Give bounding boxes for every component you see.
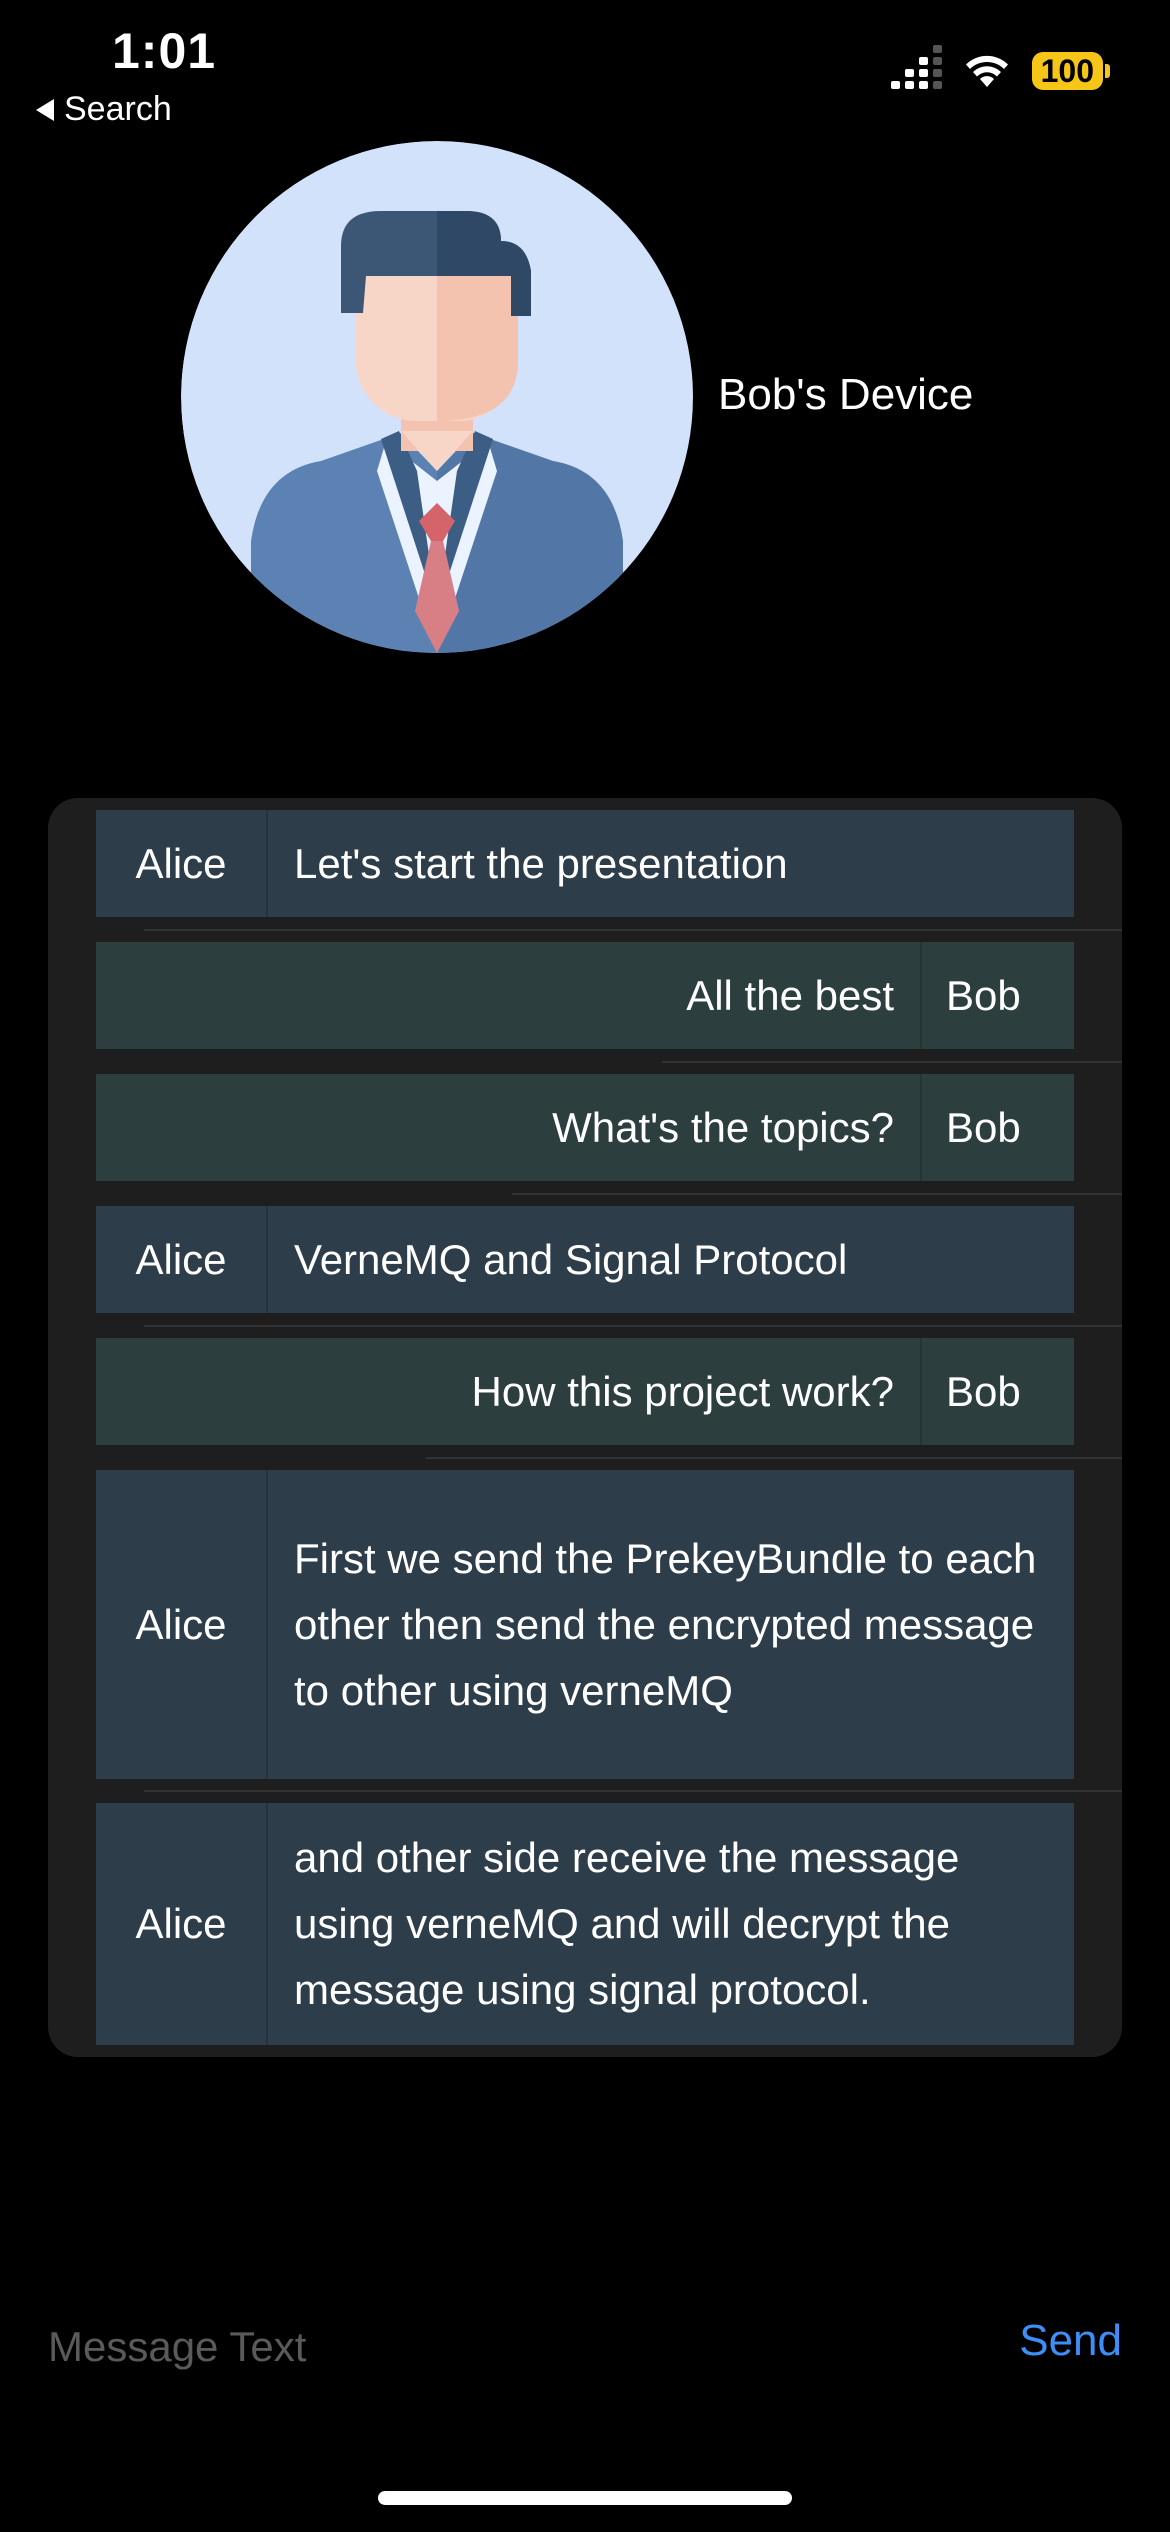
message-row: Alice First we send the PrekeyBundle to … [96, 1470, 1074, 1779]
message-row: Alice and other side receive the message… [96, 1803, 1074, 2045]
divider [426, 1457, 1122, 1459]
message-text: and other side receive the message using… [294, 1834, 960, 2013]
battery-icon: 100 [1031, 52, 1110, 90]
message-row: How this project work? Bob [96, 1338, 1074, 1445]
status-time: 1:01 [112, 23, 217, 79]
status-icons: 100 [890, 45, 1110, 90]
message-text: First we send the PrekeyBundle to each o… [294, 1534, 1037, 1714]
battery-level: 100 [1031, 52, 1103, 90]
back-label: Search [64, 90, 172, 128]
message-sender: Alice [96, 1803, 268, 2045]
message-text: VerneMQ and Signal Protocol [294, 1235, 848, 1283]
wifi-icon [965, 55, 1008, 87]
message-sender: Alice [96, 1470, 268, 1779]
cellular-signal-icon [890, 45, 942, 89]
device-name: Bob's Device [718, 370, 974, 419]
send-button[interactable]: Send [1019, 2316, 1122, 2366]
divider [144, 1790, 1122, 1792]
home-indicator[interactable] [378, 2491, 792, 2505]
message-text: All the best [686, 971, 894, 1019]
message-sender: Alice [96, 1206, 268, 1313]
message-sender: Bob [920, 1074, 1074, 1181]
message-sender: Bob [920, 1338, 1074, 1445]
message-row: All the best Bob [96, 942, 1074, 1049]
back-arrow-icon [36, 98, 54, 121]
divider [144, 929, 1122, 931]
message-text: Let's start the presentation [294, 839, 788, 887]
avatar [181, 141, 693, 653]
message-sender: Alice [96, 810, 268, 917]
message-text: What's the topics? [552, 1103, 894, 1151]
message-row: Alice VerneMQ and Signal Protocol [96, 1206, 1074, 1313]
divider [662, 1061, 1122, 1063]
message-text: How this project work? [471, 1367, 894, 1415]
message-row: What's the topics? Bob [96, 1074, 1074, 1181]
divider [144, 1325, 1122, 1327]
message-sender: Bob [920, 942, 1074, 1049]
divider [512, 1193, 1122, 1195]
message-input[interactable] [48, 2312, 948, 2382]
message-row: Alice Let's start the presentation [96, 810, 1074, 917]
back-to-search-button[interactable]: Search [36, 90, 172, 129]
